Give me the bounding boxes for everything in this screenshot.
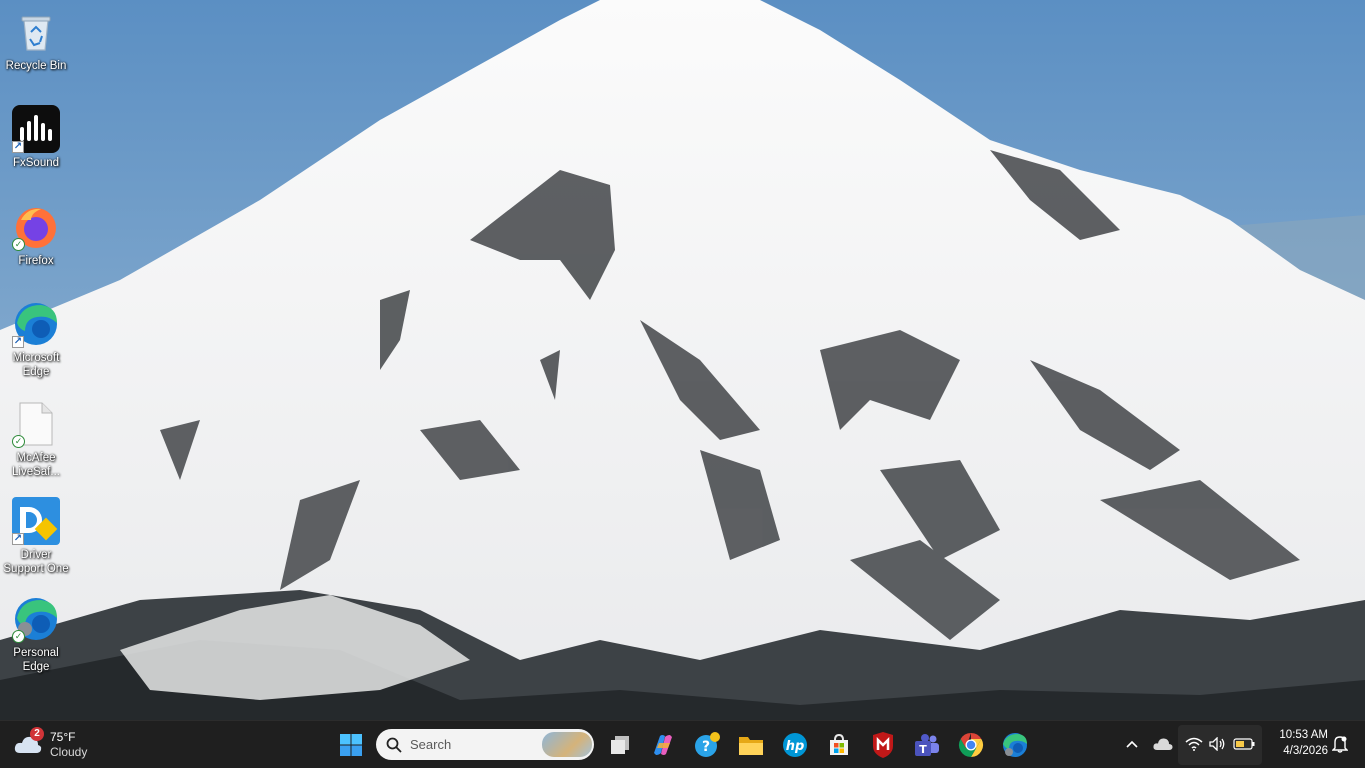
desktop-icon-label: Firefox xyxy=(18,255,54,267)
mcafee-icon xyxy=(873,732,893,758)
weather-temperature: 75°F xyxy=(50,730,76,744)
microsoft-store-icon xyxy=(830,733,848,755)
recycle-bin-icon xyxy=(12,8,60,56)
desktop-icon-recycle-bin[interactable]: Recycle Bin xyxy=(2,8,70,73)
desktop-icon-personal-edge[interactable]: ✓ Personal Edge xyxy=(2,595,70,674)
desktop: Recycle Bin ↗ FxSound ✓ Firefox ↗ Micros… xyxy=(0,0,1365,720)
shortcut-arrow-icon: ↗ xyxy=(12,141,24,153)
edge-icon: ↗ xyxy=(12,300,60,348)
desktop-icon-label: Driver Support One xyxy=(3,549,69,575)
clock-time: 10:53 AM xyxy=(1279,729,1328,741)
file-explorer-icon xyxy=(739,737,763,755)
shortcut-arrow-icon: ↗ xyxy=(12,533,24,545)
volume-icon xyxy=(1207,733,1229,755)
start-button[interactable] xyxy=(333,727,369,763)
sync-check-icon: ✓ xyxy=(12,630,25,643)
desktop-icon-label: Recycle Bin xyxy=(5,60,67,72)
onedrive-cloud-icon xyxy=(1153,738,1173,750)
desktop-icon-driver-support-one[interactable]: ↗ Driver Support One xyxy=(2,497,70,576)
task-view-icon xyxy=(611,736,629,754)
search-placeholder: Search xyxy=(410,737,452,752)
cloud-icon: 2 xyxy=(14,727,44,757)
edge-taskbar-button[interactable] xyxy=(997,727,1033,763)
sync-check-icon: ✓ xyxy=(12,238,25,251)
show-hidden-icons-button[interactable] xyxy=(1121,733,1143,755)
driver-support-icon: ↗ xyxy=(12,497,60,545)
wallpaper-mountain xyxy=(0,0,1365,720)
hp-button[interactable]: hp xyxy=(777,727,813,763)
desktop-icon-mcafee-livesafe[interactable]: ✓ McAfee LiveSaf... xyxy=(2,400,70,479)
teams-button[interactable]: T xyxy=(909,727,945,763)
get-help-button[interactable]: ? xyxy=(689,727,725,763)
desktop-icon-firefox[interactable]: ✓ Firefox xyxy=(2,203,70,268)
wifi-icon xyxy=(1183,733,1205,755)
chevron-up-icon xyxy=(1126,740,1138,748)
notification-badge: 2 xyxy=(30,727,44,741)
clock[interactable]: 10:53 AM 4/3/2026 xyxy=(1266,727,1328,759)
weather-widget[interactable]: 2 75°F Cloudy xyxy=(14,725,87,765)
clock-date: 4/3/2026 xyxy=(1283,745,1328,757)
file-explorer-button[interactable] xyxy=(733,727,769,763)
copilot-button[interactable] xyxy=(645,727,681,763)
desktop-icon-label: FxSound xyxy=(12,157,60,169)
desktop-icon-microsoft-edge[interactable]: ↗ Microsoft Edge xyxy=(2,300,70,379)
svg-text:T: T xyxy=(919,743,927,756)
taskbar: 2 75°F Cloudy Search ? hp T 10:53 AM 4/3… xyxy=(0,720,1365,768)
microsoft-store-button[interactable] xyxy=(821,727,857,763)
desktop-icon-fxsound[interactable]: ↗ FxSound xyxy=(2,105,70,170)
notifications-button[interactable] xyxy=(1329,733,1351,755)
edge-icon: ✓ xyxy=(12,595,60,643)
hp-icon: hp xyxy=(783,733,807,757)
start-icon xyxy=(340,734,362,756)
copilot-icon xyxy=(654,735,672,755)
weather-condition: Cloudy xyxy=(50,745,88,759)
chrome-button[interactable] xyxy=(953,727,989,763)
get-help-icon: ? xyxy=(695,732,720,757)
teams-icon: T xyxy=(915,734,939,756)
edge-icon xyxy=(1003,733,1027,757)
desktop-icon-label: Personal Edge xyxy=(13,647,59,673)
search-icon xyxy=(386,737,402,753)
desktop-icon-label: McAfee LiveSaf... xyxy=(12,452,60,478)
task-view-button[interactable] xyxy=(602,727,638,763)
search-highlight-image xyxy=(542,732,592,757)
sync-check-icon: ✓ xyxy=(12,435,25,448)
mcafee-button[interactable] xyxy=(865,727,901,763)
firefox-icon: ✓ xyxy=(12,203,60,251)
document-icon: ✓ xyxy=(12,400,60,448)
notification-bell-icon xyxy=(1332,736,1348,753)
search-input[interactable]: Search xyxy=(376,729,594,760)
fxsound-icon: ↗ xyxy=(12,105,60,153)
quick-settings-button[interactable] xyxy=(1178,725,1262,765)
chrome-icon xyxy=(958,733,984,757)
svg-text:?: ? xyxy=(702,739,710,755)
desktop-icon-label: Microsoft Edge xyxy=(12,352,60,378)
svg-text:hp: hp xyxy=(786,739,805,754)
battery-icon xyxy=(1233,733,1255,755)
onedrive-button[interactable] xyxy=(1152,733,1174,755)
shortcut-arrow-icon: ↗ xyxy=(12,336,24,348)
